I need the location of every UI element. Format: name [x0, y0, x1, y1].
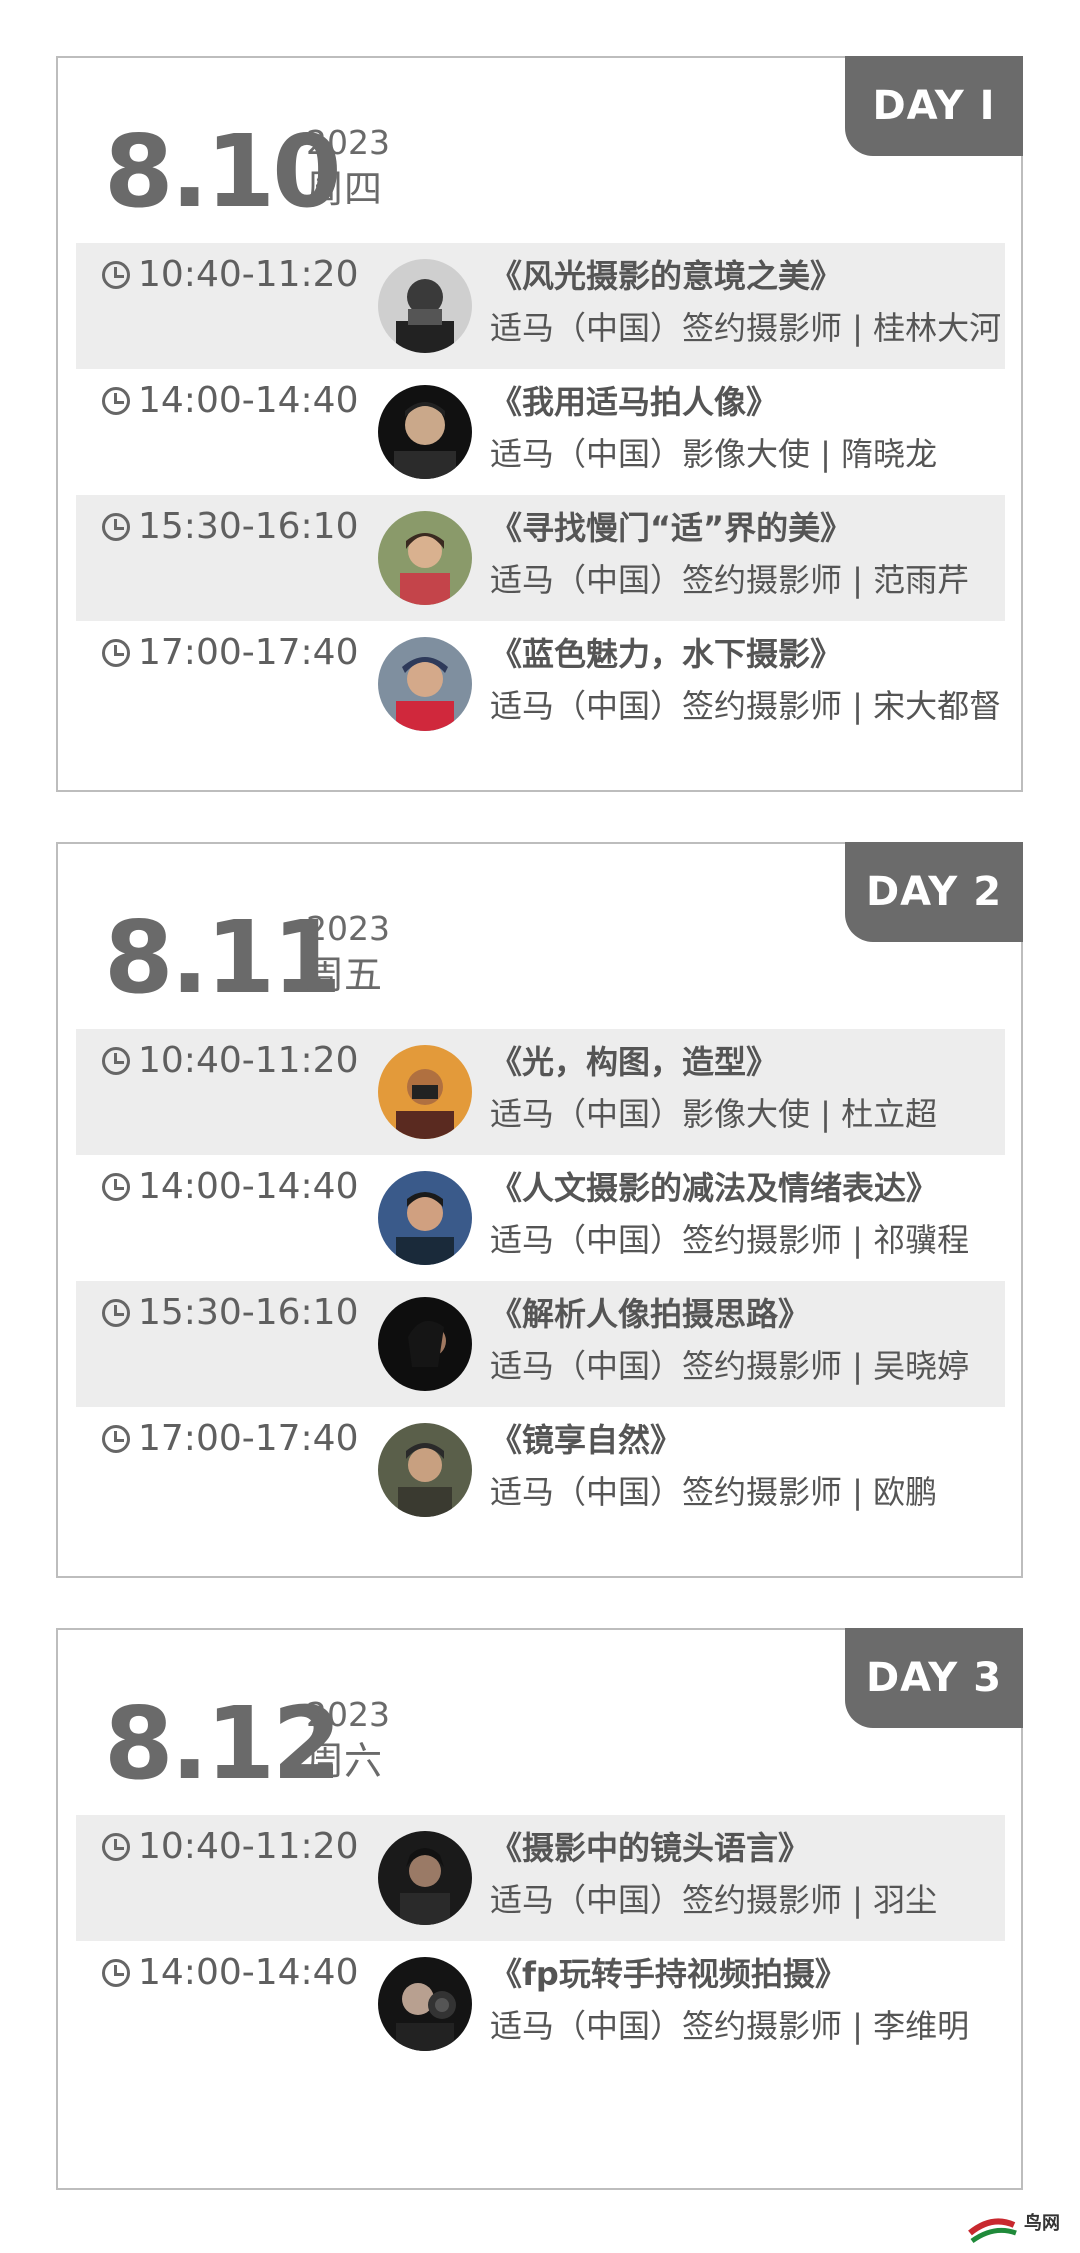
year: 2023	[306, 123, 390, 162]
day-badge: DAY 3	[845, 1628, 1023, 1728]
session-row: 15:30-16:10 《解析人像拍摄思路》 适马（中国）签约摄影师 | 吴晓婷	[76, 1281, 1005, 1407]
session-row: 14:00-14:40 《fp玩转手持视频拍摄》 适马（中国）签约摄影师 | 李…	[76, 1941, 1005, 2067]
session-speaker: 适马（中国）签约摄影师 | 祁骥程	[490, 1221, 970, 1259]
session-title: 《光，构图，造型》	[490, 1043, 779, 1081]
session-speaker: 适马（中国）签约摄影师 | 吴晓婷	[490, 1347, 970, 1385]
session-time: 14:00-14:40	[138, 380, 359, 421]
session-title: 《摄影中的镜头语言》	[490, 1829, 811, 1867]
weekday: 周六	[306, 1739, 383, 1783]
speaker-avatar	[378, 1045, 472, 1139]
session-speaker: 适马（中国）签约摄影师 | 宋大都督	[490, 687, 1002, 725]
date: 8.10	[104, 113, 342, 230]
session-speaker: 适马（中国）影像大使 | 杜立超	[490, 1095, 938, 1133]
session-speaker: 适马（中国）影像大使 | 隋晓龙	[490, 435, 938, 473]
session-time: 10:40-11:20	[138, 1826, 359, 1867]
session-title: 《解析人像拍摄思路》	[490, 1295, 811, 1333]
clock-icon	[102, 261, 130, 289]
session-title: 《蓝色魅力，水下摄影》	[490, 635, 843, 673]
day-badge: DAY I	[845, 56, 1023, 156]
clock-icon	[102, 1173, 130, 1201]
speaker-avatar	[378, 511, 472, 605]
session-title: 《镜享自然》	[490, 1421, 683, 1459]
session-time: 10:40-11:20	[138, 254, 359, 295]
weekday: 周五	[306, 953, 383, 997]
speaker-avatar	[378, 1957, 472, 2051]
date: 8.11	[104, 899, 342, 1016]
clock-icon	[102, 1959, 130, 1987]
session-time: 17:00-17:40	[138, 632, 359, 673]
session-title: 《我用适马拍人像》	[490, 383, 779, 421]
session-row: 15:30-16:10 《寻找慢门“适”界的美》 适马（中国）签约摄影师 | 范…	[76, 495, 1005, 621]
session-row: 10:40-11:20 《摄影中的镜头语言》 适马（中国）签约摄影师 | 羽尘	[76, 1815, 1005, 1941]
session-row: 10:40-11:20 《风光摄影的意境之美》 适马（中国）签约摄影师 | 桂林…	[76, 243, 1005, 369]
clock-icon	[102, 639, 130, 667]
session-title: 《人文摄影的减法及情绪表达》	[490, 1169, 939, 1207]
speaker-avatar	[378, 1171, 472, 1265]
session-time: 10:40-11:20	[138, 1040, 359, 1081]
session-list: 10:40-11:20 《风光摄影的意境之美》 适马（中国）签约摄影师 | 桂林…	[76, 243, 1005, 747]
session-time: 15:30-16:10	[138, 506, 359, 547]
clock-icon	[102, 513, 130, 541]
session-list: 10:40-11:20 《光，构图，造型》 适马（中国）影像大使 | 杜立超 1…	[76, 1029, 1005, 1533]
speaker-avatar	[378, 1831, 472, 1925]
speaker-avatar	[378, 637, 472, 731]
session-speaker: 适马（中国）签约摄影师 | 李维明	[490, 2007, 970, 2045]
clock-icon	[102, 387, 130, 415]
weekday: 周四	[306, 167, 383, 211]
day-badge: DAY 2	[845, 842, 1023, 942]
date: 8.12	[104, 1685, 342, 1802]
session-row: 17:00-17:40 《镜享自然》 适马（中国）签约摄影师 | 欧鹏	[76, 1407, 1005, 1533]
clock-icon	[102, 1425, 130, 1453]
session-row: 14:00-14:40 《人文摄影的减法及情绪表达》 适马（中国）签约摄影师 |…	[76, 1155, 1005, 1281]
speaker-avatar	[378, 1297, 472, 1391]
year: 2023	[306, 909, 390, 948]
year: 2023	[306, 1695, 390, 1734]
session-time: 17:00-17:40	[138, 1418, 359, 1459]
watermark-text: 鸟网	[1024, 2213, 1060, 2234]
session-speaker: 适马（中国）签约摄影师 | 欧鹏	[490, 1473, 938, 1511]
session-title: 《风光摄影的意境之美》	[490, 257, 843, 295]
clock-icon	[102, 1047, 130, 1075]
speaker-avatar	[378, 259, 472, 353]
session-time: 14:00-14:40	[138, 1166, 359, 1207]
session-title: 《fp玩转手持视频拍摄》	[490, 1955, 847, 1993]
day-card-1: DAY I 8.10 2023 周四 10:40-11:20 《风光摄影的意境之…	[56, 56, 1023, 792]
session-time: 15:30-16:10	[138, 1292, 359, 1333]
session-speaker: 适马（中国）签约摄影师 | 范雨芹	[490, 561, 970, 599]
day-card-3: DAY 3 8.12 2023 周六 10:40-11:20 《摄影中的镜头语言…	[56, 1628, 1023, 2190]
session-row: 17:00-17:40 《蓝色魅力，水下摄影》 适马（中国）签约摄影师 | 宋大…	[76, 621, 1005, 747]
day-card-2: DAY 2 8.11 2023 周五 10:40-11:20 《光，构图，造型》…	[56, 842, 1023, 1578]
session-time: 14:00-14:40	[138, 1952, 359, 1993]
session-list: 10:40-11:20 《摄影中的镜头语言》 适马（中国）签约摄影师 | 羽尘 …	[76, 1815, 1005, 2067]
session-row: 14:00-14:40 《我用适马拍人像》 适马（中国）影像大使 | 隋晓龙	[76, 369, 1005, 495]
session-title: 《寻找慢门“适”界的美》	[490, 509, 853, 547]
clock-icon	[102, 1833, 130, 1861]
speaker-avatar	[378, 1423, 472, 1517]
clock-icon	[102, 1299, 130, 1327]
session-speaker: 适马（中国）签约摄影师 | 羽尘	[490, 1881, 938, 1919]
speaker-avatar	[378, 385, 472, 479]
session-speaker: 适马（中国）签约摄影师 | 桂林大河	[490, 309, 1002, 347]
session-row: 10:40-11:20 《光，构图，造型》 适马（中国）影像大使 | 杜立超	[76, 1029, 1005, 1155]
